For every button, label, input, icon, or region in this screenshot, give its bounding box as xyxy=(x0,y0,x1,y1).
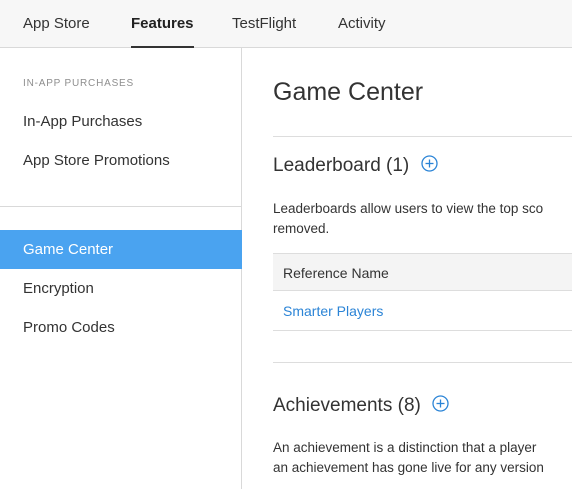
sidebar-section-heading: IN-APP PURCHASES xyxy=(23,78,134,89)
sidebar-item-in-app-purchases[interactable]: In-App Purchases xyxy=(0,102,242,141)
sidebar-item-label: Promo Codes xyxy=(23,319,115,336)
sidebar-item-label: Game Center xyxy=(23,241,114,258)
description-line: An achievement is a distinction that a p… xyxy=(273,440,537,455)
top-tab-bar: App Store Features TestFlight Activity xyxy=(0,0,572,48)
tab-label: Features xyxy=(131,15,194,32)
sidebar-item-label: Encryption xyxy=(23,280,94,297)
tab-features[interactable]: Features xyxy=(131,0,194,48)
sidebar: IN-APP PURCHASES In-App Purchases App St… xyxy=(0,48,242,489)
tab-label: Activity xyxy=(338,15,386,32)
leaderboard-description: Leaderboards allow users to view the top… xyxy=(273,199,572,239)
leaderboard-title-text: Leaderboard (1) xyxy=(273,155,410,176)
sidebar-divider xyxy=(0,206,242,207)
tab-testflight[interactable]: TestFlight xyxy=(232,0,296,48)
tab-label: TestFlight xyxy=(232,15,297,32)
description-line: an achievement has gone live for any ver… xyxy=(273,460,544,475)
sidebar-item-label: App Store Promotions xyxy=(23,152,170,169)
leaderboard-table: Reference Name Smarter Players xyxy=(273,253,572,331)
sidebar-item-promo-codes[interactable]: Promo Codes xyxy=(0,308,242,347)
section-divider xyxy=(273,362,572,363)
add-achievement-plus-icon[interactable] xyxy=(432,395,449,413)
achievements-title-text: Achievements (8) xyxy=(273,395,421,416)
sidebar-item-encryption[interactable]: Encryption xyxy=(0,269,242,308)
achievements-description: An achievement is a distinction that a p… xyxy=(273,438,572,478)
title-divider xyxy=(273,136,572,137)
add-leaderboard-plus-icon[interactable] xyxy=(420,155,438,173)
description-line: removed. xyxy=(273,221,330,236)
leaderboard-section-title: Leaderboard (1) xyxy=(273,155,438,177)
sidebar-item-label: In-App Purchases xyxy=(23,113,143,130)
tab-label: App Store xyxy=(23,15,90,32)
leaderboard-link[interactable]: Smarter Players xyxy=(283,303,383,319)
achievements-section-title: Achievements (8) xyxy=(273,395,449,417)
table-header-reference-name: Reference Name xyxy=(273,253,572,291)
table-row: Smarter Players xyxy=(273,291,572,331)
description-line: Leaderboards allow users to view the top… xyxy=(273,201,544,216)
tab-app-store[interactable]: App Store xyxy=(23,0,90,48)
tab-activity[interactable]: Activity xyxy=(338,0,386,48)
sidebar-item-game-center[interactable]: Game Center xyxy=(0,230,242,269)
page-title: Game Center xyxy=(273,78,424,106)
main-content: Game Center Leaderboard (1) Leaderboards… xyxy=(243,49,572,489)
sidebar-item-app-store-promotions[interactable]: App Store Promotions xyxy=(0,141,242,180)
